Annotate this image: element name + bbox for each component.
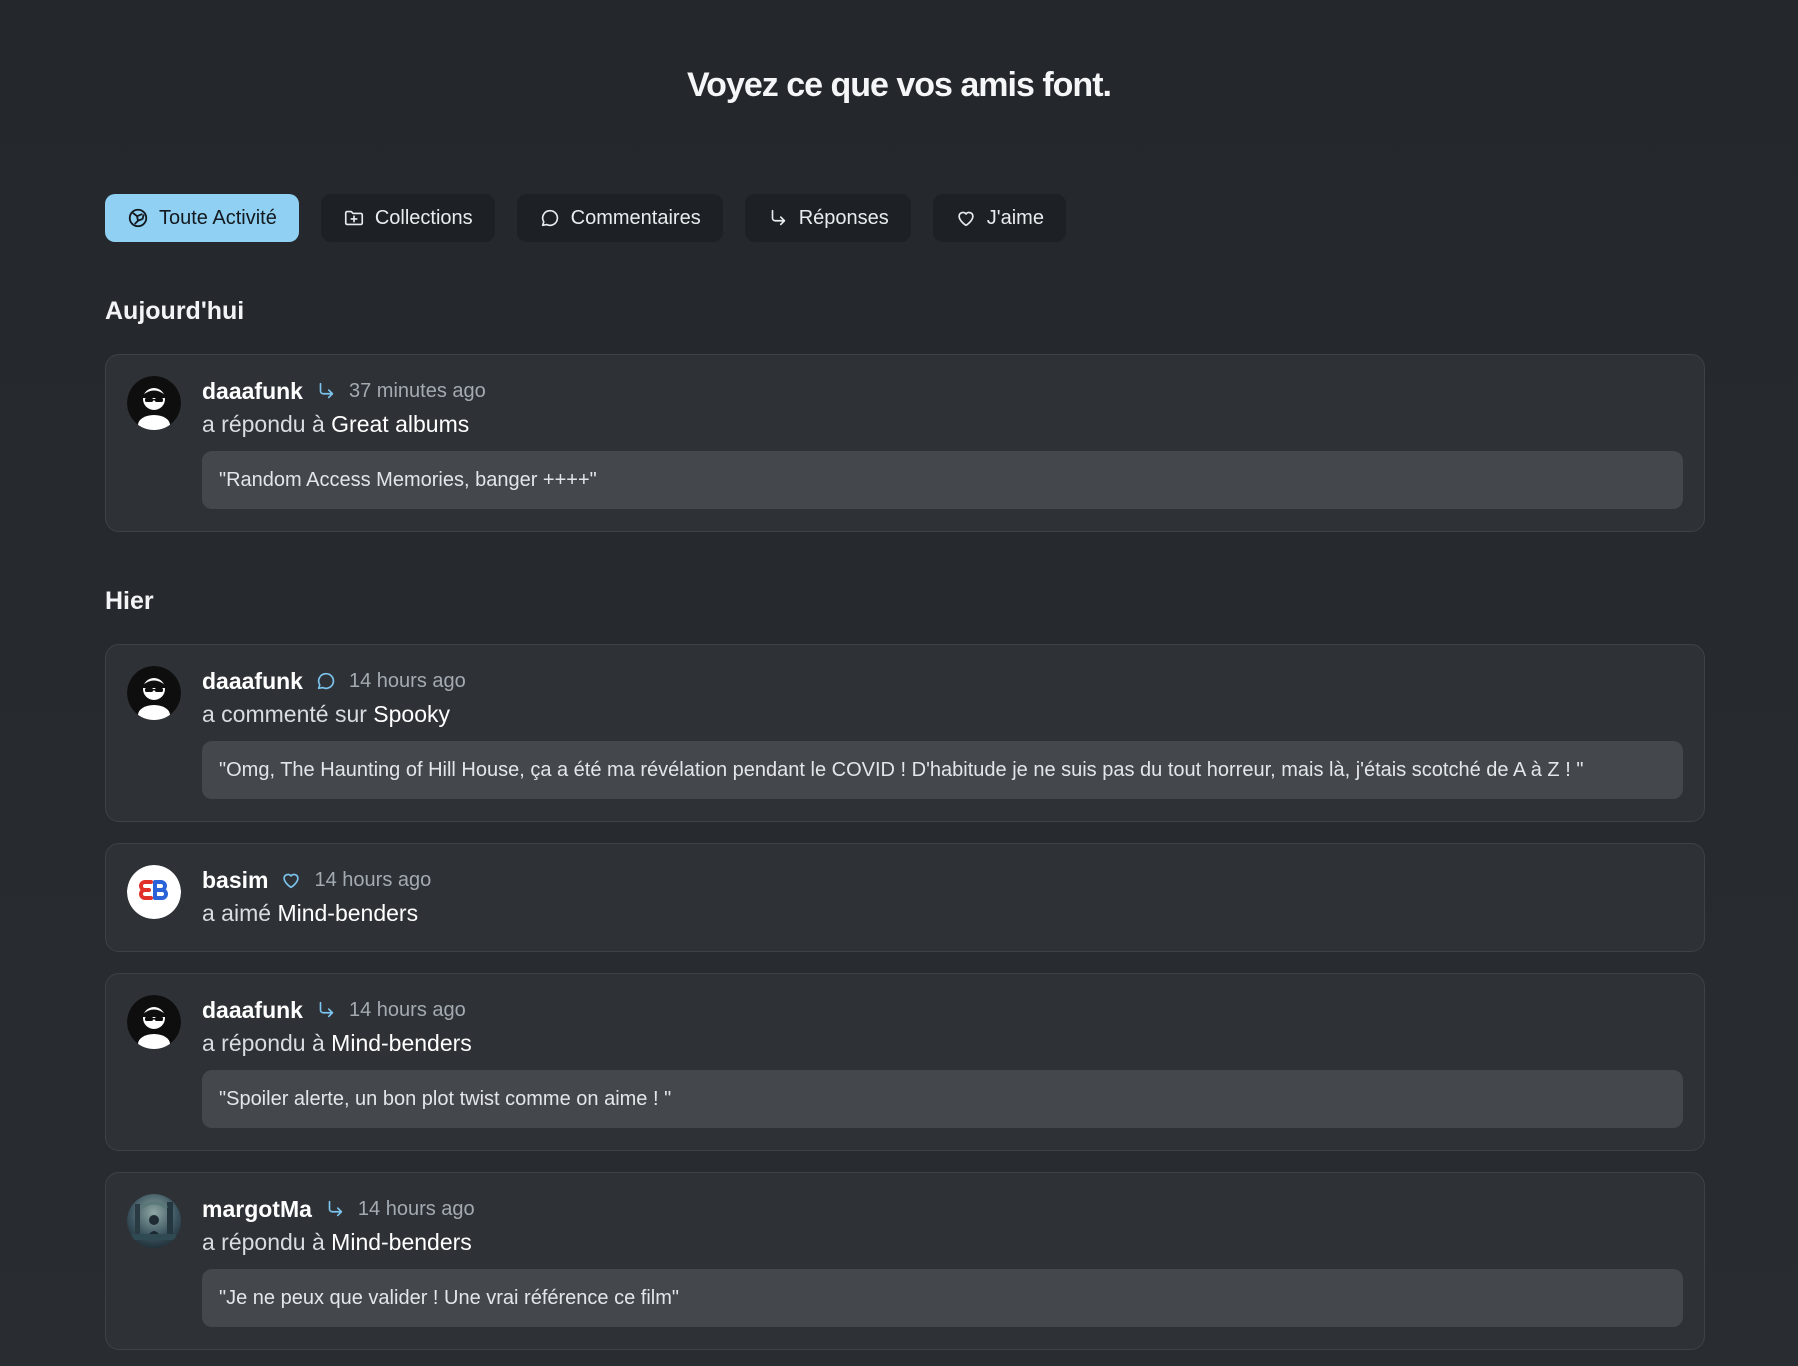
activity-meta: basim 14 hours ago: [202, 866, 431, 894]
username[interactable]: daaafunk: [202, 378, 303, 405]
heart-icon: [280, 869, 302, 891]
target-link[interactable]: Mind-benders: [331, 1229, 472, 1255]
reply-arrow-icon: [315, 999, 337, 1021]
username[interactable]: daaafunk: [202, 668, 303, 695]
filter-tabs: Toute Activité Collections Commentaires: [105, 194, 1066, 242]
tab-collections[interactable]: Collections: [320, 194, 495, 242]
target-link[interactable]: Great albums: [331, 411, 469, 437]
activity-action: a répondu à Mind-benders: [202, 1030, 472, 1057]
basim-avatar[interactable]: [127, 865, 181, 919]
quote-box: "Random Access Memories, banger ++++": [202, 451, 1683, 509]
username[interactable]: margotMa: [202, 1196, 312, 1223]
comment-icon: [315, 670, 337, 692]
activity-icon: [127, 207, 149, 229]
activity-action: a répondu à Mind-benders: [202, 1229, 472, 1256]
timestamp: 14 hours ago: [348, 669, 466, 692]
activity-meta: margotMa 14 hours ago: [202, 1195, 475, 1223]
tab-label: Commentaires: [570, 206, 701, 229]
action-text: a commenté sur: [202, 701, 367, 727]
activity-page: Voyez ce que vos amis font. Toute Activi…: [0, 0, 1798, 1366]
activity-action: a répondu à Great albums: [202, 411, 469, 438]
reply-arrow-icon: [324, 1198, 346, 1220]
activity-meta: daaafunk 37 minutes ago: [202, 377, 486, 405]
heart-icon: [955, 207, 977, 229]
margotma-avatar[interactable]: [127, 1194, 181, 1248]
quote-box: "Omg, The Haunting of Hill House, ça a é…: [202, 741, 1683, 799]
reply-arrow-icon: [767, 207, 789, 229]
tab-all-activity[interactable]: Toute Activité: [105, 194, 299, 242]
tab-label: Collections: [374, 206, 473, 229]
action-text: a aimé: [202, 900, 272, 926]
activity-action: a commenté sur Spooky: [202, 701, 450, 728]
target-link[interactable]: Mind-benders: [277, 900, 418, 926]
daaafunk-avatar[interactable]: [127, 376, 181, 430]
target-link[interactable]: Spooky: [373, 701, 450, 727]
activity-card[interactable]: margotMa 14 hours ago a répondu à Mind-b…: [105, 1172, 1705, 1350]
target-link[interactable]: Mind-benders: [331, 1030, 472, 1056]
quote-box: "Je ne peux que valider ! Une vrai référ…: [202, 1269, 1683, 1327]
section-title-yesterday: Hier: [105, 587, 154, 615]
quote-box: "Spoiler alerte, un bon plot twist comme…: [202, 1070, 1683, 1128]
activity-meta: daaafunk 14 hours ago: [202, 667, 466, 695]
tab-replies[interactable]: Réponses: [744, 194, 911, 242]
activity-card[interactable]: daaafunk 14 hours ago a répondu à Mind-b…: [105, 973, 1705, 1151]
daaafunk-avatar[interactable]: [127, 995, 181, 1049]
page-title: Voyez ce que vos amis font.: [687, 66, 1112, 104]
timestamp: 37 minutes ago: [348, 379, 486, 402]
tab-label: Toute Activité: [159, 206, 277, 229]
tab-comments[interactable]: Commentaires: [516, 194, 723, 242]
username[interactable]: daaafunk: [202, 997, 303, 1024]
folder-plus-icon: [343, 207, 365, 229]
tab-label: J'aime: [986, 206, 1044, 229]
reply-arrow-icon: [315, 380, 337, 402]
activity-action: a aimé Mind-benders: [202, 900, 418, 927]
timestamp: 14 hours ago: [357, 1197, 475, 1220]
activity-card[interactable]: daaafunk 14 hours ago a commenté sur Spo…: [105, 644, 1705, 822]
activity-meta: daaafunk 14 hours ago: [202, 996, 466, 1024]
activity-card[interactable]: daaafunk 37 minutes ago a répondu à Grea…: [105, 354, 1705, 532]
action-text: a répondu à: [202, 411, 325, 437]
tab-likes[interactable]: J'aime: [932, 194, 1066, 242]
timestamp: 14 hours ago: [314, 868, 432, 891]
activity-card[interactable]: basim 14 hours ago a aimé Mind-benders: [105, 843, 1705, 952]
comment-icon: [539, 207, 561, 229]
section-title-today: Aujourd'hui: [105, 297, 245, 325]
action-text: a répondu à: [202, 1229, 325, 1255]
timestamp: 14 hours ago: [348, 998, 466, 1021]
tab-label: Réponses: [798, 206, 889, 229]
username[interactable]: basim: [202, 867, 268, 894]
daaafunk-avatar[interactable]: [127, 666, 181, 720]
action-text: a répondu à: [202, 1030, 325, 1056]
